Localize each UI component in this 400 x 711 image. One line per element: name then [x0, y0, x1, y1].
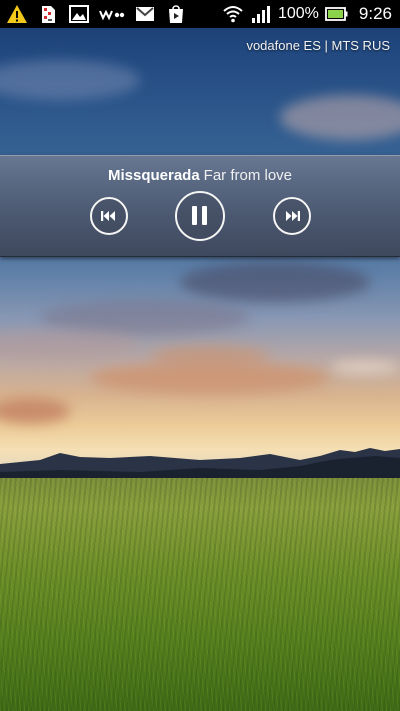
play-pause-button[interactable]	[175, 191, 225, 241]
music-player-widget: Missquerada Far from love	[0, 155, 400, 257]
next-track-button[interactable]	[273, 197, 311, 235]
system-tray[interactable]: 100% 9:26	[222, 3, 392, 25]
next-track-icon	[286, 211, 300, 221]
battery-charging-icon	[325, 7, 348, 21]
previous-track-icon	[101, 211, 115, 221]
status-bar: 100% 9:26	[0, 0, 400, 28]
gmail-icon	[136, 7, 154, 21]
track-title: Far from love	[203, 167, 293, 184]
wheat-field	[0, 478, 400, 711]
warning-icon	[7, 5, 27, 23]
clock: 9:26	[358, 4, 392, 23]
pause-icon	[192, 206, 207, 225]
carrier-label: vodafone ES | MTS RUS	[246, 38, 390, 53]
wifi-icon	[223, 6, 243, 23]
horizon-treeline	[0, 448, 400, 482]
sim-card-icon	[42, 6, 55, 23]
gallery-icon	[69, 5, 89, 23]
now-playing-line[interactable]: Missquerada Far from love	[0, 167, 400, 184]
track-artist: Missquerada	[107, 167, 200, 184]
play-store-icon	[169, 5, 183, 23]
previous-track-button[interactable]	[90, 197, 128, 235]
battery-percent: 100%	[277, 5, 319, 22]
signal-icon	[251, 6, 270, 23]
notification-area[interactable]	[6, 3, 187, 25]
walkman-icon	[99, 9, 125, 21]
